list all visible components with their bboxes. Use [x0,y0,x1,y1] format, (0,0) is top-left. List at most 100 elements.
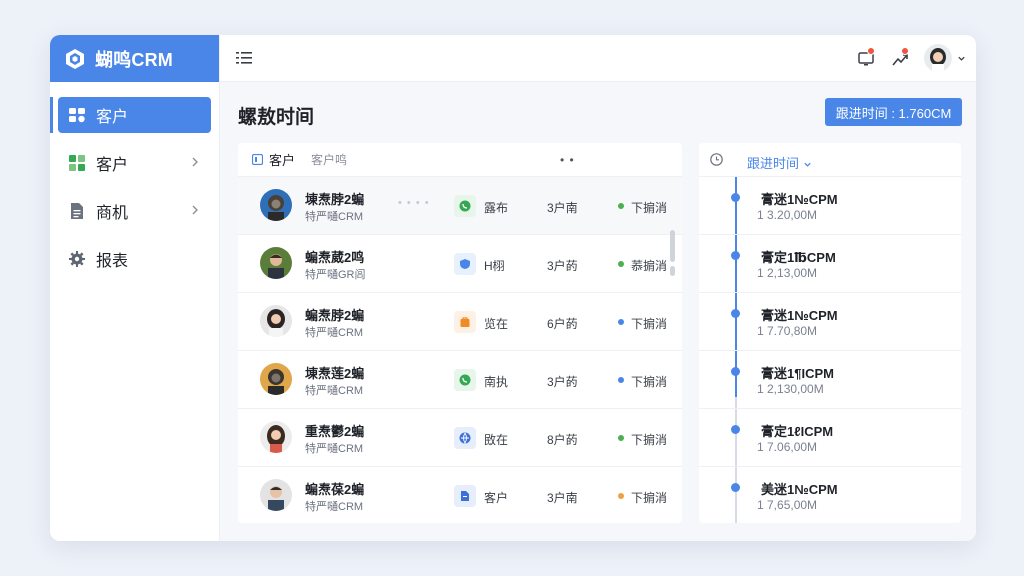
status-dot [618,261,624,267]
notification-badge [867,47,875,55]
avatar [260,479,292,511]
status-dot [618,493,624,499]
user-avatar[interactable] [924,44,952,72]
customer-company: 特严嗵CRM [305,211,364,223]
main-content: 螺敖时间 跟进时间 : 1.760CM 客户 客户鸣 • • 埬焘脖2蝙 特严嗵… [220,82,976,541]
timeline-item[interactable]: 美迷1№CPM 1 7,65,00M [699,467,961,523]
brand-header[interactable]: 蝴鸣CRM [50,35,219,82]
customer-name: 蝙焘脖2蝙 [305,308,365,323]
timeline-item[interactable]: 膏迷1№CPM 1 3.20,00M [699,177,961,235]
table-row[interactable]: 埬焘莲2蝙 特严嗵CRM 南执 3户菂 下掮消 [238,351,682,409]
list-header: 客户 客户鸣 • • [238,143,682,177]
timeline-item-time: 1 7,65,00M [757,498,818,512]
sidebar: 蝴鸣CRM 客户 客户 商机 报表 [50,35,220,541]
cube-logo-icon [66,48,84,69]
list-icon [252,154,263,165]
customer-list-card: 客户 客户鸣 • • 埬焘脖2蝙 特严嗵CRM • • • • 露布 3户南 下… [238,143,682,523]
timeline-dot [731,251,740,260]
table-row[interactable]: 蝙焘葳2鸣 特严嗵GR闾 H栩 3户菂 菾掮消 [238,235,682,293]
list-header-tab[interactable]: 客户鸣 [311,151,347,168]
more-options[interactable]: • • [560,153,575,167]
timeline-item-title: 美迷1№CPM [761,482,838,497]
list-scrollbar[interactable] [670,230,675,262]
avatar [260,421,292,453]
row-count: 3户菂 [547,259,578,273]
row-count: 3户菂 [547,375,578,389]
customer-company: 特严嗵GR闾 [305,269,366,281]
shield-icon [454,253,476,275]
timeline-header: 跟进时间 [699,143,961,177]
page-title: 螺敖时间 [238,107,315,128]
table-row[interactable]: 埬焘脖2蝙 特严嗵CRM • • • • 露布 3户南 下掮消 [238,177,682,235]
chevron-down-icon [803,162,811,167]
timeline-item-time: 1 2,130,00M [757,382,824,396]
active-indicator [50,97,53,133]
row-status: 下掮消 [631,201,668,215]
sidebar-item-opportunities[interactable]: 商机 [58,193,211,229]
customer-name: 埬焘脖2蝙 [305,192,365,207]
row-count: 3户南 [547,491,578,505]
timeline-dot [731,483,740,492]
file-icon [454,485,476,507]
sidebar-item-customers[interactable]: 客户 [58,145,211,181]
chevron-right-icon [192,157,198,167]
messages-badge [901,47,909,55]
chevron-down-icon[interactable] [957,54,966,63]
row-status: 下掮消 [631,375,668,389]
notification-button[interactable] [856,47,876,69]
customer-company: 特严嗵CRM [305,327,364,339]
timeline-item[interactable]: 膏定1ℓICPM 1 7.06,00M [699,409,961,467]
row-dots: • • • • [398,197,430,209]
list-header-title[interactable]: 客户 [269,150,295,169]
timeline-item[interactable]: 膏定1℔CPM 1 2,13,00M [699,235,961,293]
list-scrollbar-lower[interactable] [670,266,675,276]
follow-up-time-button[interactable]: 跟进时间 : 1.760CM [825,98,962,126]
timeline-filter-dropdown[interactable]: 跟进时间 [747,153,812,172]
timeline-item-title: 膏定1℔CPM [761,250,836,265]
timeline-item-title: 膏迷1¶ICPM [761,366,834,381]
row-count: 6户菂 [547,317,578,331]
timeline-item-time: 1 3.20,00M [757,208,818,222]
table-row[interactable]: 蝙焘葆2蝙 特严嗵CRM 客户 3户南 下掮消 [238,467,682,523]
row-status: 下掮消 [631,317,668,331]
sidebar-item-reports[interactable]: 报表 [58,241,211,277]
customer-name: 埬焘莲2蝙 [305,366,365,381]
chevron-right-icon [192,205,198,215]
avatar [260,247,292,279]
messages-button[interactable] [890,47,910,69]
timeline-item-time: 1 2,13,00M [757,266,818,280]
timeline-item[interactable]: 膏迷1№CPM 1 7.70,80M [699,293,961,351]
topbar [220,35,976,82]
status-dot [618,377,624,383]
row-tag: 客户 [484,491,509,505]
customers-icon [68,106,86,124]
row-tag: 露布 [484,201,509,215]
row-tag: 敃在 [484,433,509,447]
document-icon [68,202,86,220]
timeline-dot [731,193,740,202]
avatar [260,363,292,395]
timeline-card: 跟进时间 膏迷1№CPM 1 3.20,00M 膏定1℔CPM 1 2,13,0… [699,143,961,523]
row-status: 菾掮消 [631,259,668,273]
avatar [260,189,292,221]
row-tag: 览在 [484,317,509,331]
timeline-item-time: 1 7.70,80M [757,324,818,338]
bag-icon [454,311,476,333]
avatar [260,305,292,337]
customer-company: 特严嗵CRM [305,385,364,397]
sidebar-item-customers-active[interactable]: 客户 [50,97,211,133]
sidebar-item-label: 客户 [96,157,129,174]
timeline-item[interactable]: 膏迷1¶ICPM 1 2,130,00M [699,351,961,409]
row-count: 8户菂 [547,433,578,447]
globe-icon [454,427,476,449]
timeline-item-time: 1 7.06,00M [757,440,818,454]
timeline-item-title: 膏迷1№CPM [761,308,838,323]
table-row[interactable]: 蝙焘脖2蝙 特严嗵CRM 览在 6户菂 下掮消 [238,293,682,351]
phone-icon [454,369,476,391]
customer-company: 特严嗵CRM [305,501,364,513]
menu-toggle-icon[interactable] [236,51,252,65]
row-status: 下掮消 [631,491,668,505]
table-row[interactable]: 重焘鬱2蝙 特严嗵CRM 敃在 8户菂 下掮消 [238,409,682,467]
app-window: 蝴鸣CRM 客户 客户 商机 报表 螺敖时间 跟进时间: 1.760CM 客户… [50,35,976,541]
sidebar-item-label: 报表 [96,253,129,270]
